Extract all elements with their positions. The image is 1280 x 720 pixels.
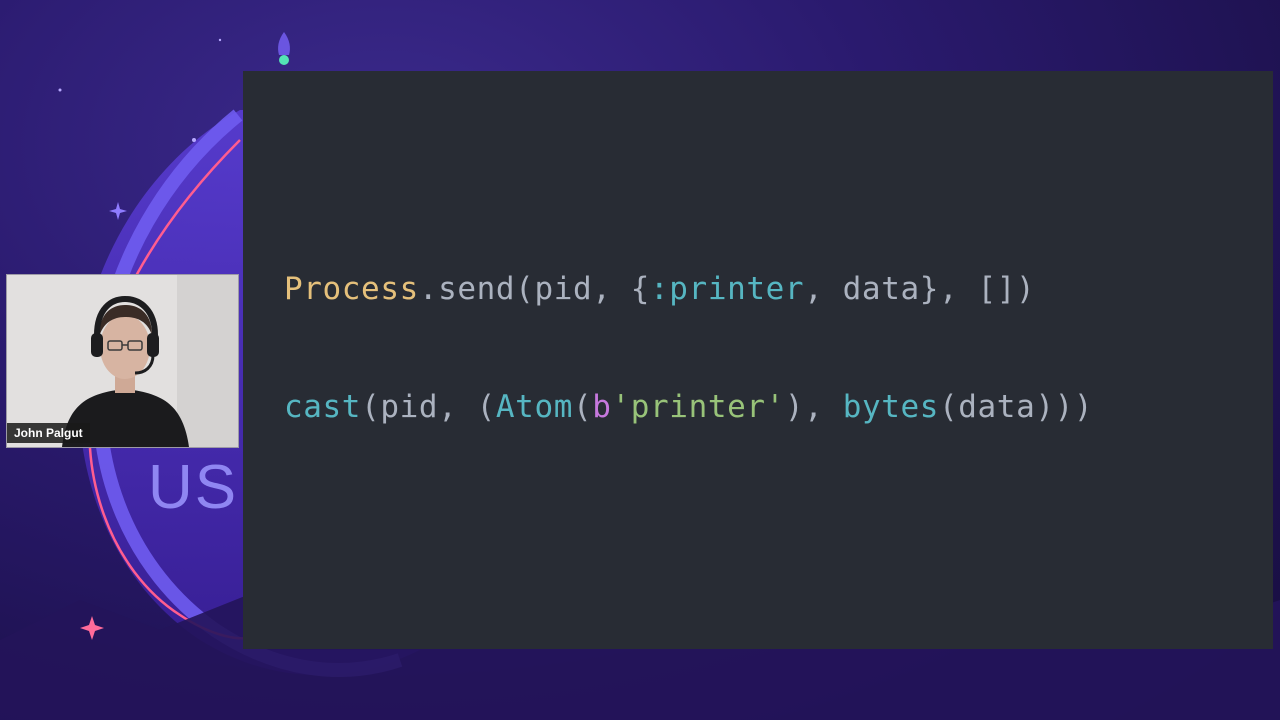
code-token: ( bbox=[572, 389, 593, 425]
code-token: (pid, ( bbox=[361, 389, 496, 425]
code-token: Atom bbox=[495, 389, 573, 425]
star-dot bbox=[192, 138, 196, 142]
code-token: cast bbox=[284, 389, 362, 425]
rocket-icon bbox=[278, 32, 290, 55]
speaker-name-label: John Palgut bbox=[7, 423, 90, 443]
code-token: Process bbox=[284, 271, 419, 307]
sparkle-purple bbox=[109, 202, 127, 220]
code-token: 'printer' bbox=[611, 389, 785, 425]
presentation-slide: Process.send(pid, {:printer, data}, []) … bbox=[243, 71, 1273, 649]
code-token: :printer bbox=[650, 271, 805, 307]
rocket-light bbox=[279, 55, 289, 65]
background-event-text: US bbox=[148, 453, 239, 522]
code-line-elixir: Process.send(pid, {:printer, data}, []) bbox=[284, 271, 1035, 307]
speaker-avatar bbox=[7, 275, 238, 447]
star-dot bbox=[218, 38, 222, 42]
code-line-python: cast(pid, (Atom(b'printer'), bytes(data)… bbox=[284, 389, 1093, 425]
code-token: ), bbox=[784, 389, 843, 425]
star-dot bbox=[58, 88, 62, 92]
code-token: , data}, []) bbox=[804, 271, 1036, 307]
code-token: .send(pid, { bbox=[418, 271, 651, 307]
speaker-webcam: John Palgut bbox=[6, 274, 239, 448]
code-token: bytes bbox=[842, 389, 940, 425]
code-token: b bbox=[592, 389, 612, 425]
code-token: (data))) bbox=[939, 389, 1094, 425]
